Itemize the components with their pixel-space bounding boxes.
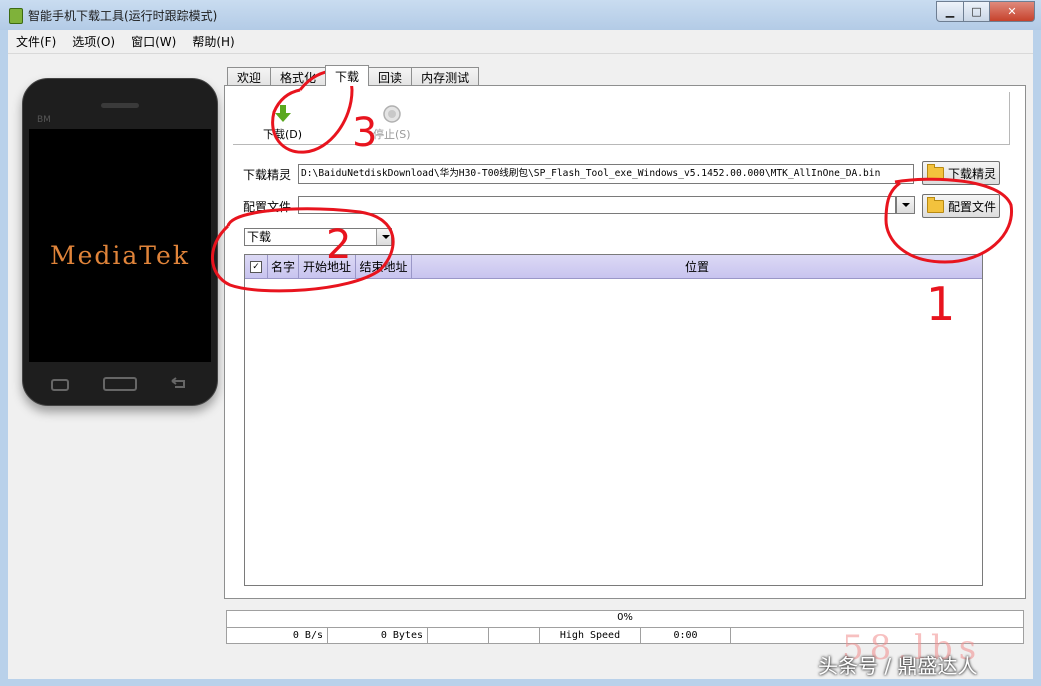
- phone-illustration: BM MediaTek: [22, 78, 218, 406]
- phone-speaker: [101, 103, 139, 108]
- status-empty-1: [428, 628, 489, 643]
- col-end-address[interactable]: 结束地址: [356, 255, 412, 278]
- toolbar: 下载(D) 停止(S): [233, 92, 1010, 145]
- col-location[interactable]: 位置: [412, 255, 982, 278]
- scatter-file-button[interactable]: 配置文件: [922, 194, 1000, 218]
- col-start-address[interactable]: 开始地址: [299, 255, 356, 278]
- source-watermark: 头条号 / 鼎盛达人: [818, 654, 978, 678]
- menu-help[interactable]: 帮助(H): [184, 33, 242, 50]
- scatter-dropdown-arrow-icon[interactable]: [896, 196, 915, 214]
- download-arrow-icon: [274, 105, 291, 122]
- status-empty-2: [489, 628, 540, 643]
- window-title: 智能手机下载工具(运行时跟踪模式): [28, 9, 218, 23]
- elapsed-time: 0:00: [641, 628, 731, 643]
- transfer-speed: 0 B/s: [227, 628, 328, 643]
- download-mode-select[interactable]: 下载: [244, 228, 392, 246]
- stop-icon: [383, 105, 401, 123]
- tab-strip: 欢迎 格式化 下载 回读 内存测试: [227, 65, 480, 86]
- download-button[interactable]: 下载(D): [263, 104, 302, 142]
- select-all-cell: ✓: [245, 255, 268, 278]
- folder-icon: [927, 163, 944, 180]
- scatter-file-label: 配置文件: [243, 200, 292, 214]
- menu-options[interactable]: 选项(O): [64, 33, 123, 50]
- stop-button[interactable]: 停止(S): [373, 104, 411, 142]
- minimize-button[interactable]: ▁: [936, 1, 964, 22]
- menu-key-icon: [51, 379, 69, 391]
- chevron-down-icon: [376, 229, 391, 245]
- tab-readback[interactable]: 回读: [368, 67, 413, 86]
- download-button-label: 下载(D): [263, 128, 303, 141]
- col-name[interactable]: 名字: [268, 255, 299, 278]
- menu-bar: 文件(F) 选项(O) 窗口(W) 帮助(H): [8, 30, 1033, 54]
- usb-speed-mode: High Speed: [540, 628, 641, 643]
- phone-screen: MediaTek: [29, 129, 211, 362]
- table-header: ✓ 名字 开始地址 结束地址 位置: [245, 255, 982, 279]
- stop-button-label: 停止(S): [373, 128, 411, 141]
- folder-icon: [927, 196, 944, 213]
- download-mode-value: 下载: [247, 230, 272, 244]
- maximize-button[interactable]: □: [964, 1, 990, 22]
- phone-brand: BM: [37, 115, 51, 125]
- select-all-checkbox[interactable]: ✓: [250, 260, 262, 273]
- mediatek-logo: MediaTek: [50, 241, 190, 270]
- app-icon: [9, 8, 23, 24]
- scatter-file-field[interactable]: [298, 196, 896, 214]
- partition-table: ✓ 名字 开始地址 结束地址 位置: [244, 254, 983, 586]
- title-bar: 智能手机下载工具(运行时跟踪模式) ▁ □ ✕: [0, 0, 1041, 30]
- download-agent-button[interactable]: 下载精灵: [922, 161, 1000, 185]
- scatter-file-button-label: 配置文件: [948, 199, 997, 214]
- back-key-icon: [171, 377, 185, 388]
- menu-file[interactable]: 文件(F): [8, 33, 64, 50]
- close-button[interactable]: ✕: [990, 1, 1035, 22]
- tab-memory-test[interactable]: 内存测试: [411, 67, 480, 86]
- bytes-transferred: 0 Bytes: [328, 628, 428, 643]
- download-agent-path-field[interactable]: D:\BaiduNetdiskDownload\华为H30-T00线刷包\SP_…: [298, 164, 914, 184]
- home-key-icon: [103, 377, 137, 391]
- download-agent-label: 下载精灵: [243, 168, 292, 182]
- download-panel: 下载(D) 停止(S) 下载精灵 D:\BaiduNetdiskDownload…: [224, 85, 1026, 599]
- download-agent-button-label: 下载精灵: [948, 166, 997, 181]
- tab-download[interactable]: 下载: [325, 65, 370, 86]
- window-controls: ▁ □ ✕: [936, 1, 1035, 22]
- progress-percent: 0%: [617, 612, 633, 623]
- menu-window[interactable]: 窗口(W): [123, 33, 184, 50]
- tab-format[interactable]: 格式化: [270, 67, 327, 86]
- tab-welcome[interactable]: 欢迎: [227, 67, 272, 86]
- client-area: BM MediaTek 欢迎 格式化 下载 回读 内存测试 下载(D) 停止(S…: [8, 54, 1033, 679]
